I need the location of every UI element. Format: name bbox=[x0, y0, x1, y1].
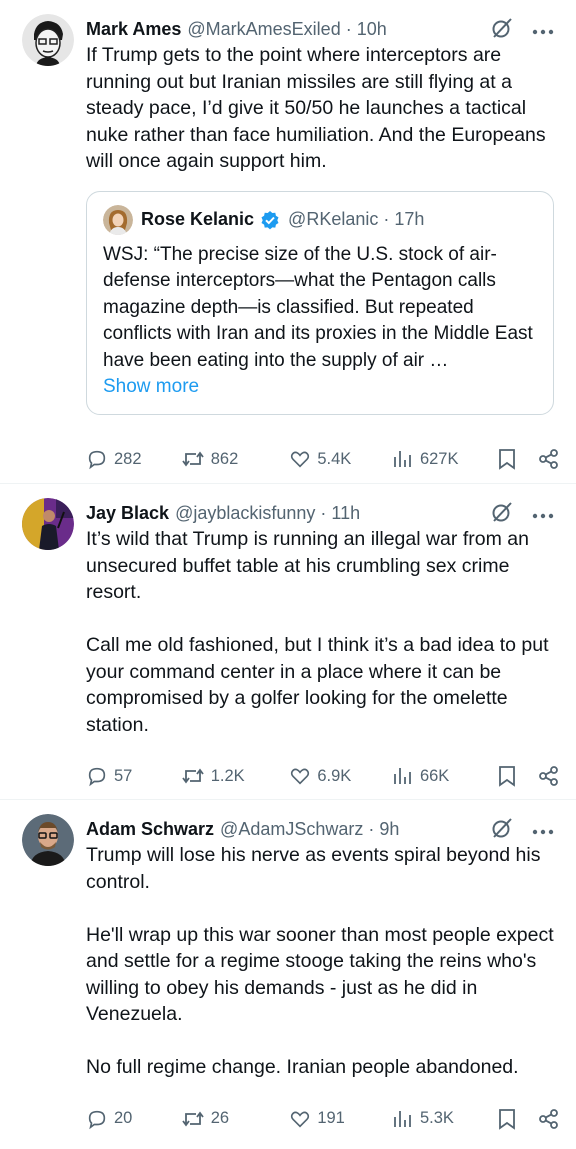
view-count: 66K bbox=[419, 766, 450, 785]
share-button[interactable] bbox=[538, 448, 560, 470]
like-button[interactable]: 5.4K bbox=[289, 448, 392, 470]
like-count: 6.9K bbox=[317, 766, 352, 785]
reply-button[interactable]: 57 bbox=[86, 765, 181, 787]
repost-button[interactable]: 1.2K bbox=[181, 765, 290, 787]
reply-count: 282 bbox=[114, 449, 142, 468]
grok-icon[interactable] bbox=[490, 500, 514, 529]
tweet[interactable]: Jay Black @jayblackisfunny · 11h It’s wi… bbox=[0, 484, 576, 800]
bookmark-button[interactable] bbox=[497, 765, 538, 787]
bookmark-icon bbox=[497, 765, 517, 787]
grok-icon[interactable] bbox=[490, 16, 514, 45]
reply-icon bbox=[86, 1108, 108, 1130]
views-button[interactable]: 5.3K bbox=[392, 1108, 497, 1130]
like-icon bbox=[289, 1108, 311, 1130]
repost-button[interactable]: 862 bbox=[181, 448, 290, 470]
views-icon bbox=[392, 448, 414, 470]
show-more-link[interactable]: Show more bbox=[103, 374, 537, 400]
more-icon[interactable] bbox=[532, 22, 554, 40]
more-icon[interactable] bbox=[532, 822, 554, 840]
share-button[interactable] bbox=[538, 1108, 560, 1130]
avatar[interactable] bbox=[22, 498, 74, 550]
repost-button[interactable]: 26 bbox=[181, 1108, 290, 1130]
like-count: 191 bbox=[317, 1109, 345, 1127]
action-bar: 57 1.2K 6.9K 66K bbox=[86, 746, 560, 806]
grok-icon[interactable] bbox=[490, 816, 514, 845]
reply-icon bbox=[86, 448, 108, 470]
like-button[interactable]: 191 bbox=[289, 1108, 392, 1130]
bookmark-button[interactable] bbox=[497, 1108, 538, 1130]
avatar[interactable] bbox=[22, 14, 74, 66]
repost-count: 26 bbox=[210, 1109, 230, 1127]
like-icon bbox=[289, 448, 311, 470]
quote-avatar bbox=[103, 204, 133, 235]
bookmark-icon bbox=[497, 1108, 517, 1130]
author-handle[interactable]: @AdamJSchwarz · 9h bbox=[220, 819, 399, 840]
action-bar: 20 26 191 5.3K bbox=[86, 1089, 560, 1149]
share-icon bbox=[538, 448, 560, 470]
view-count: 627K bbox=[419, 449, 459, 468]
quote-author-handle[interactable]: @RKelanic · 17h bbox=[288, 209, 424, 230]
bookmark-button[interactable] bbox=[497, 448, 538, 470]
share-button[interactable] bbox=[538, 765, 560, 787]
reply-button[interactable]: 20 bbox=[86, 1108, 181, 1130]
like-icon bbox=[289, 765, 311, 787]
view-count: 5.3K bbox=[419, 1109, 454, 1127]
reply-icon bbox=[86, 765, 108, 787]
reply-button[interactable]: 282 bbox=[86, 448, 181, 470]
tweet-text: If Trump gets to the point where interce… bbox=[86, 44, 546, 172]
reply-count: 20 bbox=[114, 1109, 133, 1127]
repost-count: 1.2K bbox=[210, 766, 245, 785]
author-handle[interactable]: @jayblackisfunny · 11h bbox=[175, 503, 360, 524]
quote-author-name[interactable]: Rose Kelanic bbox=[141, 209, 254, 230]
more-icon[interactable] bbox=[532, 506, 554, 524]
author-name[interactable]: Jay Black bbox=[86, 503, 169, 524]
bookmark-icon bbox=[497, 448, 517, 470]
action-bar: 282 862 5.4K 627K bbox=[86, 429, 560, 489]
repost-icon bbox=[181, 448, 205, 470]
quote-text: WSJ: “The precise size of the U.S. stock… bbox=[103, 243, 533, 371]
author-name[interactable]: Adam Schwarz bbox=[86, 819, 214, 840]
reply-count: 57 bbox=[114, 766, 133, 785]
views-icon bbox=[392, 765, 414, 787]
author-handle[interactable]: @MarkAmesExiled · 10h bbox=[187, 19, 386, 40]
like-button[interactable]: 6.9K bbox=[289, 765, 392, 787]
tweet-text: It’s wild that Trump is running an illeg… bbox=[86, 528, 549, 736]
tweet-text: Trump will lose his nerve as events spir… bbox=[86, 844, 554, 1078]
quoted-tweet[interactable]: Rose Kelanic @RKelanic · 17h WSJ: “The p… bbox=[86, 190, 554, 415]
views-button[interactable]: 66K bbox=[392, 765, 497, 787]
repost-count: 862 bbox=[210, 449, 239, 468]
repost-icon bbox=[181, 1108, 205, 1130]
tweet[interactable]: Mark Ames @MarkAmesExiled · 10h If Trump… bbox=[0, 0, 576, 484]
share-icon bbox=[538, 765, 560, 787]
tweet[interactable]: Adam Schwarz @AdamJSchwarz · 9h Trump wi… bbox=[0, 800, 576, 1143]
views-button[interactable]: 627K bbox=[392, 448, 497, 470]
author-name[interactable]: Mark Ames bbox=[86, 19, 181, 40]
like-count: 5.4K bbox=[317, 449, 352, 468]
views-icon bbox=[392, 1108, 414, 1130]
verified-badge-icon bbox=[260, 210, 280, 230]
repost-icon bbox=[181, 765, 205, 787]
avatar[interactable] bbox=[22, 814, 74, 866]
share-icon bbox=[538, 1108, 560, 1130]
